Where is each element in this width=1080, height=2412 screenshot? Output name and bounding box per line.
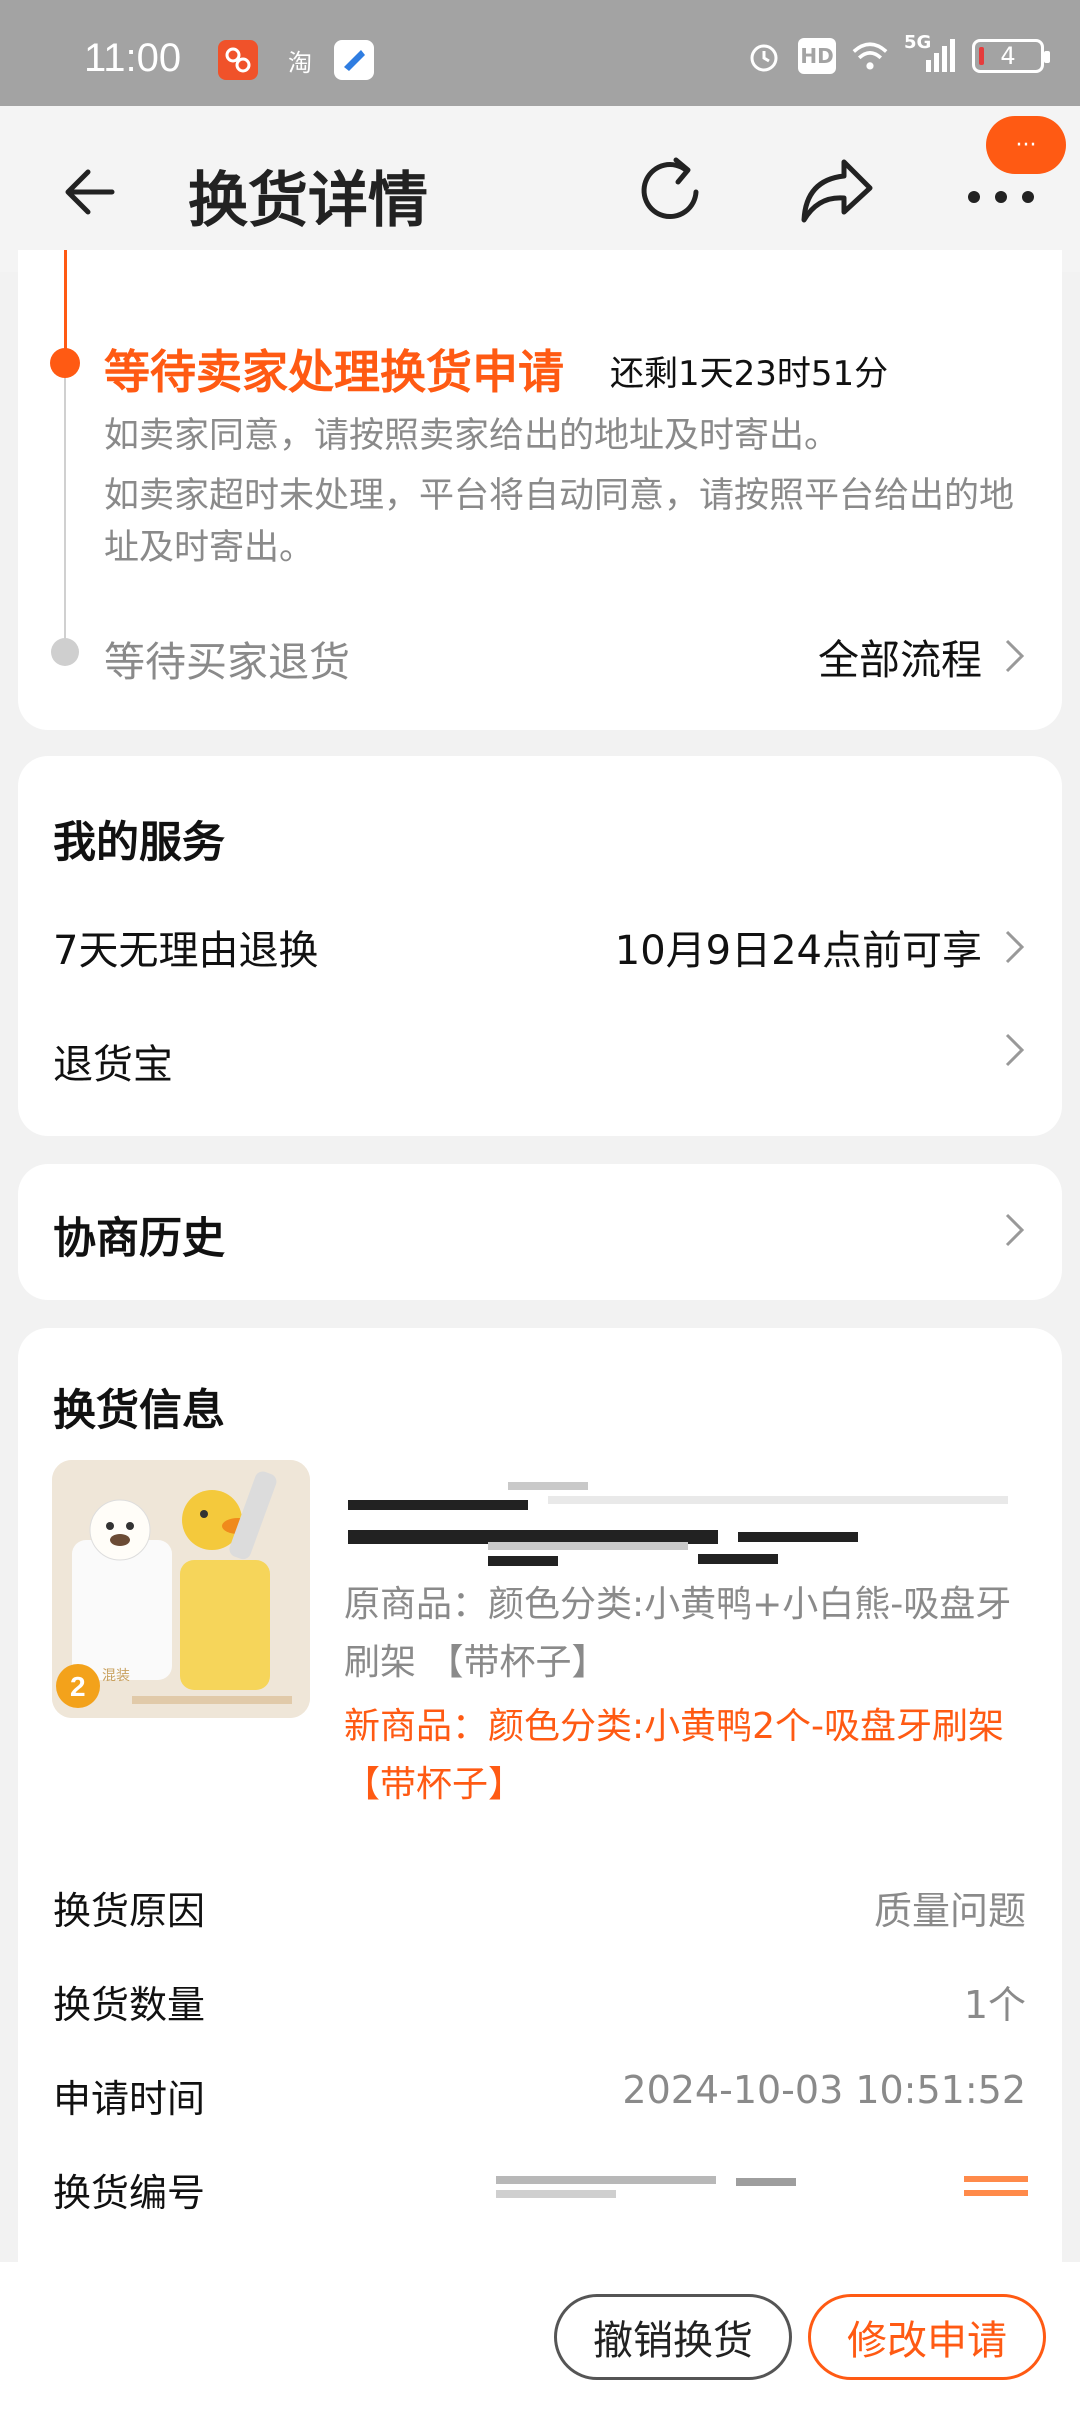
page-title: 换货详情: [188, 166, 428, 236]
step-desc-1: 如卖家同意，请按照卖家给出的地址及时寄出。: [104, 416, 840, 456]
status-bar: 11:00 淘 HD 5G 4: [0, 0, 1080, 106]
step-title-current: 等待卖家处理换货申请: [104, 345, 564, 399]
exchange-qty-label: 换货数量: [53, 1983, 206, 2027]
back-button[interactable]: [56, 156, 128, 228]
timeline-line-active: [64, 250, 67, 360]
more-badge[interactable]: ···: [986, 116, 1066, 174]
history-title: 协商历史: [53, 1214, 225, 1264]
remaining-time: 还剩1天23时51分: [610, 354, 889, 394]
service-row-7day-value: 10月9日24点前可享: [614, 928, 982, 974]
service-row-7day-label: 7天无理由退换: [53, 928, 319, 974]
share-icon: [801, 159, 873, 223]
exchange-qty-value: 1个: [963, 1983, 1026, 2027]
alarm-icon: [746, 38, 782, 74]
wifi-icon: [852, 38, 888, 74]
product-photo: 2 混装: [52, 1460, 310, 1718]
service-title: 我的服务: [53, 818, 225, 868]
all-flow-label: 全部流程: [818, 636, 982, 684]
history-card[interactable]: 协商历史: [18, 1164, 1062, 1300]
new-product: 新商品：颜色分类:小黄鸭2个-吸盘牙刷架 【带杯子】: [344, 1706, 1005, 1805]
exchange-info-card: 换货信息 2 混装 原商品：颜色分类:小黄鸭+小白熊-吸盘牙刷架 【带杯子】 新…: [18, 1328, 1062, 2268]
bottom-action-bar: 撤销换货 修改申请: [0, 2262, 1080, 2412]
thumb-badge-label: 混装: [102, 1668, 130, 1684]
exchange-no-label: 换货编号: [53, 2171, 206, 2215]
exchange-title: 换货信息: [53, 1386, 225, 1436]
share-button[interactable]: [796, 154, 876, 230]
history-chevron: [1004, 1212, 1026, 1248]
refresh-button[interactable]: [632, 152, 710, 230]
taobao-icon: 淘: [288, 48, 312, 77]
back-arrow-icon: [65, 169, 115, 215]
refresh-icon: [641, 157, 699, 219]
exchange-reason-value: 质量问题: [873, 1889, 1026, 1933]
battery-icon: 4: [972, 39, 1050, 73]
blue-app-icon: [334, 40, 374, 80]
more-dots-icon: [968, 191, 1034, 203]
apply-time-value: 2024-10-03 10:51:52: [622, 2068, 1026, 2112]
original-product: 原商品：颜色分类:小黄鸭+小白熊-吸盘牙刷架 【带杯子】: [344, 1584, 1012, 1683]
timeline-dot-next: [51, 638, 79, 666]
status-time: 11:00: [84, 36, 182, 80]
progress-card: 等待卖家处理换货申请 还剩1天23时51分 如卖家同意，请按照卖家给出的地址及时…: [18, 250, 1062, 730]
network-label: 5G: [904, 32, 932, 53]
service-row-7day[interactable]: 10月9日24点前可享: [615, 918, 1026, 976]
product-image[interactable]: 2 混装: [52, 1460, 310, 1718]
status-indicators: HD 5G 4: [746, 32, 1050, 74]
step-title-next: 等待买家退货: [104, 638, 350, 686]
step-desc-2: 如卖家超时未处理，平台将自动同意，请按照平台给出的地址及时寄出。: [104, 476, 1015, 568]
cancel-exchange-button[interactable]: 撤销换货: [554, 2294, 792, 2380]
more-button[interactable]: [966, 182, 1036, 212]
chevron-right-icon: [1005, 1213, 1025, 1247]
battery-level: 4: [1000, 42, 1016, 70]
all-flow-link[interactable]: 全部流程: [818, 626, 1026, 686]
service-card: 我的服务 7天无理由退换 10月9日24点前可享 退货宝: [18, 756, 1062, 1136]
timeline-dot-active: [50, 348, 80, 378]
service-row-return[interactable]: [1004, 1032, 1026, 1068]
exchange-reason-label: 换货原因: [53, 1889, 206, 1933]
chevron-right-icon: [1005, 1033, 1025, 1067]
thumb-badge-number: 2: [70, 1671, 86, 1702]
hd-icon: HD: [798, 38, 836, 74]
service-row-return-label: 退货宝: [53, 1042, 173, 1088]
chevron-right-icon: [1005, 639, 1025, 673]
modify-request-button[interactable]: 修改申请: [808, 2294, 1046, 2380]
signal-icon: 5G: [904, 32, 956, 74]
chevron-right-icon: [1005, 930, 1025, 964]
apply-time-label: 申请时间: [53, 2077, 206, 2121]
app-icon-orange: [218, 40, 258, 80]
nav-bar: 换货详情 ···: [0, 106, 1080, 272]
